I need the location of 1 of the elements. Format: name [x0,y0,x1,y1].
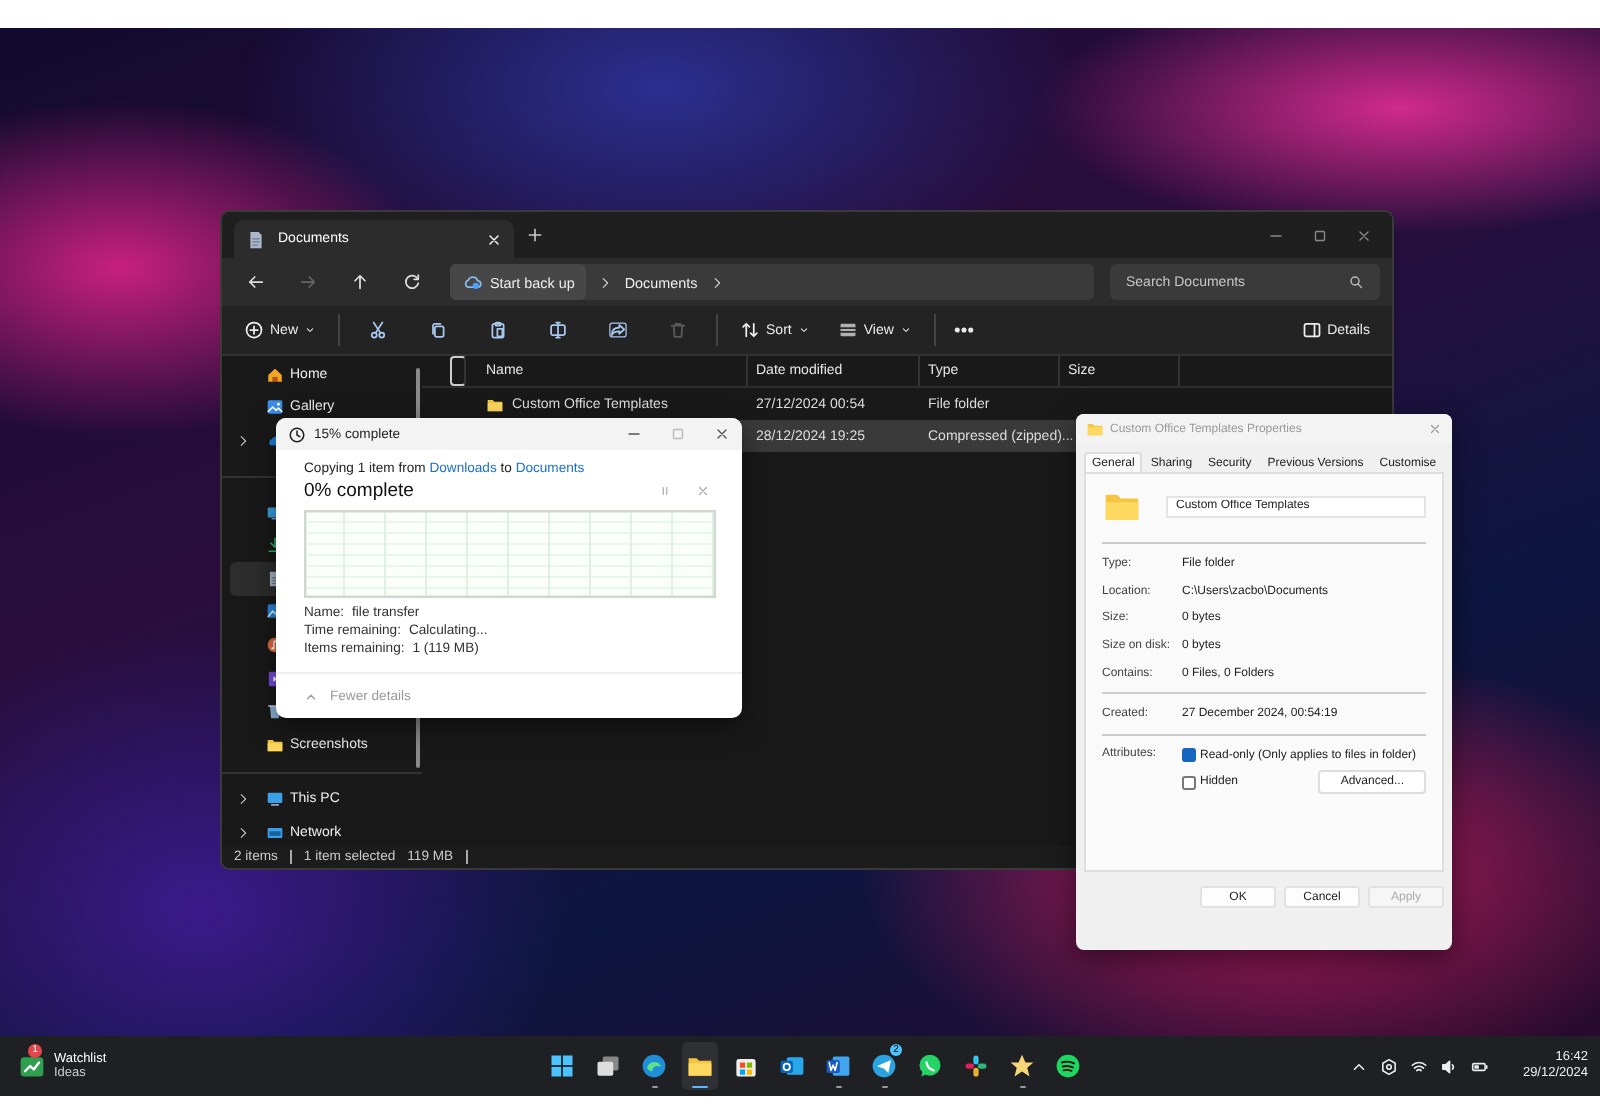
progress-title: 0% complete [304,480,416,502]
